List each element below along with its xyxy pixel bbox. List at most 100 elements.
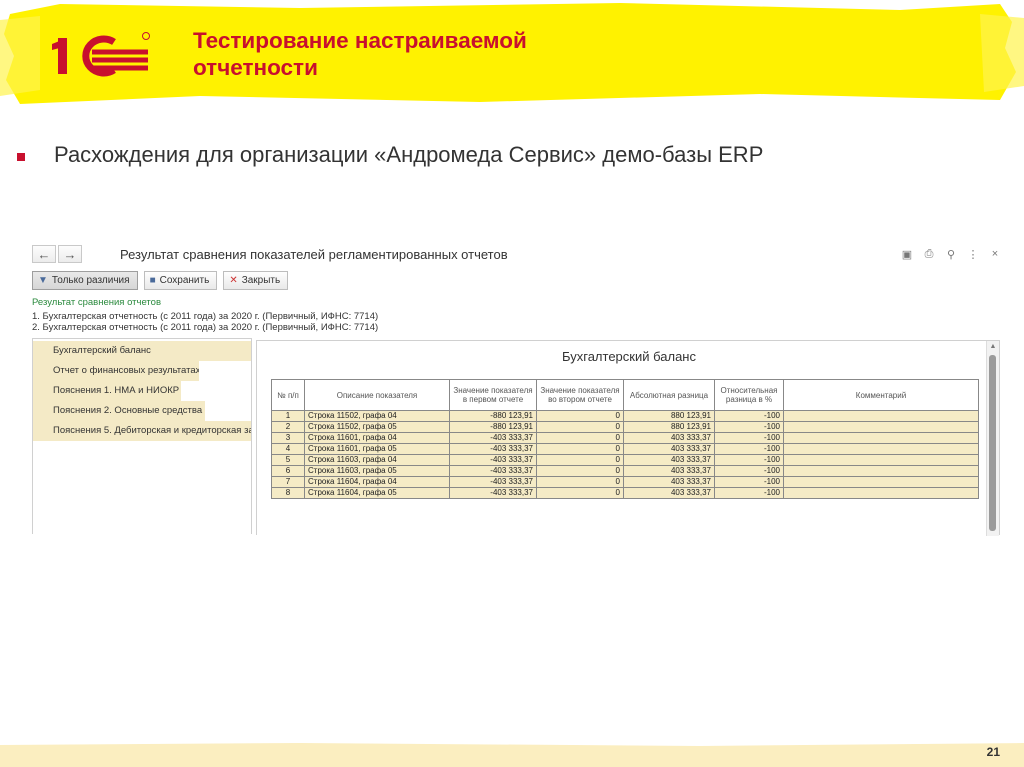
bullet-text: Расхождения для организации «Андромеда С… <box>54 142 764 167</box>
table-cell: 1 <box>271 410 305 422</box>
table-cell: 6 <box>271 465 305 477</box>
more-icon[interactable]: ⋮ <box>966 248 980 261</box>
close-button[interactable]: ✕ Закрыть <box>223 271 289 290</box>
table-cell: Строка 11601, графа 04 <box>304 432 450 444</box>
table-row[interactable]: 2 Строка 11502, графа 05 -880 123,91 0 880 1… <box>271 421 979 433</box>
section-item-financial-results[interactable]: Отчет о финансовых результатах <box>33 361 199 381</box>
col-header-number: № п/п <box>271 379 305 411</box>
table-row[interactable]: 4 Строка 11601, графа 05 -403 333,37 0 403 3… <box>271 443 979 455</box>
save-label: Сохранить <box>159 275 210 286</box>
table-row[interactable]: 3 Строка 11601, графа 04 -403 333,37 0 403 3… <box>271 432 979 444</box>
table-cell: -100 <box>714 410 784 422</box>
table-cell: 403 333,37 <box>623 465 715 477</box>
arrow-left-icon: ← <box>37 247 51 262</box>
table-cell: 7 <box>271 476 305 488</box>
table-cell: Строка 11604, графа 05 <box>304 487 450 499</box>
table-cell: 0 <box>536 454 624 466</box>
save-icon[interactable]: ▣ <box>900 248 914 261</box>
col-header-comment: Комментарий <box>783 379 979 411</box>
close-icon[interactable]: × <box>988 248 1002 261</box>
table-cell: -403 333,37 <box>449 476 537 488</box>
section-item-balance[interactable]: Бухгалтерский баланс <box>33 341 251 361</box>
close-label: Закрыть <box>241 275 281 286</box>
table-cell: -880 123,91 <box>449 421 537 433</box>
slide-title: Тестирование настраиваемой отчетности <box>193 27 713 81</box>
table-row[interactable]: 1 Строка 11502, графа 04 -880 123,91 0 880 1… <box>271 410 979 422</box>
comparison-header-link[interactable]: Результат сравнения отчетов <box>32 297 161 308</box>
table-cell: 3 <box>271 432 305 444</box>
only-differences-button[interactable]: ▼ Только различия <box>32 271 138 290</box>
table-cell: -100 <box>714 476 784 488</box>
table-cell: 0 <box>536 421 624 433</box>
report-panel: Бухгалтерский баланс № п/п Описание пока… <box>256 340 1000 536</box>
preview-icon[interactable]: ⚲ <box>944 248 958 261</box>
table-cell: 4 <box>271 443 305 455</box>
table-cell: 403 333,37 <box>623 432 715 444</box>
table-row[interactable]: 8 Строка 11604, графа 05 -403 333,37 0 403 3… <box>271 487 979 499</box>
table-cell: -100 <box>714 454 784 466</box>
section-item-receivables[interactable]: Пояснения 5. Дебиторская и кредиторская … <box>33 421 251 441</box>
section-item-fixed-assets[interactable]: Пояснения 2. Основные средства <box>33 401 205 421</box>
table-row[interactable]: 7 Строка 11604, графа 04 -403 333,37 0 403 3… <box>271 476 979 488</box>
col-header-first-value: Значение показателя в первом отчете <box>449 379 537 411</box>
back-button[interactable]: ← <box>32 245 56 263</box>
col-header-absolute-diff: Абсолютная разница <box>623 379 715 411</box>
table-cell: 0 <box>536 465 624 477</box>
table-cell <box>783 432 979 444</box>
floppy-icon: ■ <box>149 275 156 286</box>
table-cell: 8 <box>271 487 305 499</box>
table-cell: 403 333,37 <box>623 443 715 455</box>
table-cell: 0 <box>536 410 624 422</box>
comparison-line-2: 2. Бухгалтерская отчетность (с 2011 года… <box>32 322 379 333</box>
table-cell <box>783 421 979 433</box>
table-row[interactable]: 5 Строка 11603, графа 04 -403 333,37 0 403 3… <box>271 454 979 466</box>
table-cell <box>783 465 979 477</box>
table-cell: -403 333,37 <box>449 432 537 444</box>
print-icon[interactable]: ⎙ <box>922 248 936 261</box>
table-cell: 5 <box>271 454 305 466</box>
table-cell: -100 <box>714 443 784 455</box>
table-cell: Строка 11601, графа 05 <box>304 443 450 455</box>
sections-list: Бухгалтерский баланс Отчет о финансовых … <box>32 338 252 534</box>
1c-logo-icon <box>52 32 150 77</box>
report-scrollbar[interactable]: ▲ <box>986 341 999 536</box>
window-tools: ▣ ⎙ ⚲ ⋮ × <box>900 248 1002 261</box>
table-cell: -403 333,37 <box>449 465 537 477</box>
scroll-thumb[interactable] <box>989 355 996 531</box>
nav-buttons: ← → <box>32 245 82 263</box>
col-header-description: Описание показателя <box>304 379 450 411</box>
table-cell: Строка 11502, графа 04 <box>304 410 450 422</box>
report-header-row: № п/п Описание показателя Значение показ… <box>271 379 979 411</box>
table-cell: 2 <box>271 421 305 433</box>
comparison-line-1: 1. Бухгалтерская отчетность (с 2011 года… <box>32 311 379 322</box>
page-number: 21 <box>986 745 1000 759</box>
table-cell: 403 333,37 <box>623 487 715 499</box>
table-cell: -403 333,37 <box>449 487 537 499</box>
table-cell <box>783 487 979 499</box>
slide-title-line1: Тестирование настраиваемой <box>193 28 527 53</box>
scroll-up-icon[interactable]: ▲ <box>987 343 999 350</box>
report-title: Бухгалтерский баланс <box>562 349 696 364</box>
section-item-intangible-assets[interactable]: Пояснения 1. НМА и НИОКР <box>33 381 181 401</box>
filter-icon: ▼ <box>38 275 48 286</box>
table-cell: 880 123,91 <box>623 421 715 433</box>
table-cell: -100 <box>714 465 784 477</box>
table-cell <box>783 476 979 488</box>
table-cell: Строка 11603, графа 05 <box>304 465 450 477</box>
slide-title-line2: отчетности <box>193 55 318 80</box>
save-button[interactable]: ■ Сохранить <box>143 271 218 290</box>
bullet-square-icon <box>17 153 25 161</box>
table-row[interactable]: 6 Строка 11603, графа 05 -403 333,37 0 403 3… <box>271 465 979 477</box>
table-cell: 0 <box>536 432 624 444</box>
table-cell: 403 333,37 <box>623 476 715 488</box>
arrow-right-icon: → <box>63 247 77 262</box>
toolbar: ▼ Только различия ■ Сохранить ✕ Закрыть <box>32 271 289 290</box>
table-cell: 0 <box>536 487 624 499</box>
table-cell: Строка 11502, графа 05 <box>304 421 450 433</box>
forward-button[interactable]: → <box>58 245 82 263</box>
window-title: Результат сравнения показателей регламен… <box>120 247 508 262</box>
table-cell <box>783 454 979 466</box>
table-cell: -880 123,91 <box>449 410 537 422</box>
table-cell: 403 333,37 <box>623 454 715 466</box>
footer-band <box>0 743 1024 767</box>
